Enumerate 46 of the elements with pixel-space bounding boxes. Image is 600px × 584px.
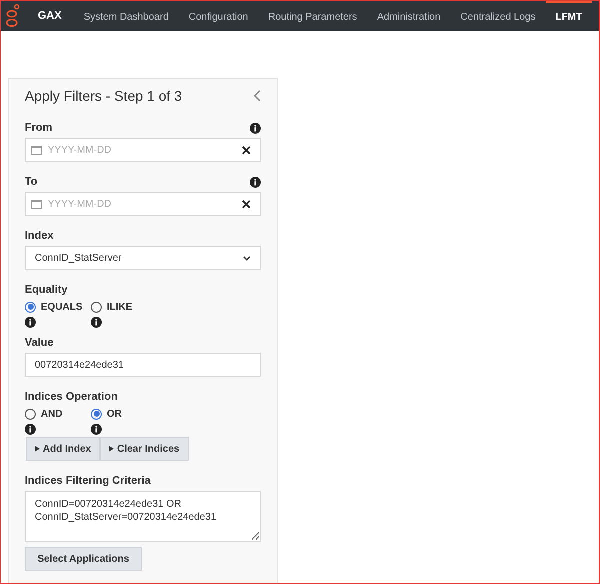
info-icon [91,317,102,328]
calendar-icon [31,145,42,155]
field-label: To [25,174,38,190]
clear-icon[interactable] [242,146,251,155]
clear-icon[interactable] [242,200,251,209]
nav-tab[interactable]: LFMT [546,1,592,31]
select-applications-button[interactable]: Select Applications [25,547,142,571]
info-icon [250,122,261,134]
radio-button[interactable] [25,408,36,420]
date-field[interactable]: YYYY-MM-DD [25,192,261,216]
info-icon [25,424,36,435]
play-icon [35,446,40,452]
field-label: From [25,120,52,136]
panel-title: Apply Filters - Step 1 of 3 [25,86,182,106]
field-label: Value [25,336,54,351]
index-select[interactable]: ConnID_StatServer [25,246,261,270]
info-icon [91,424,102,435]
field-label: Indices Filtering Criteria [25,474,151,489]
play-icon [109,446,114,452]
radio-button[interactable] [25,302,36,312]
radio-label: EQUALS [41,300,83,314]
radio-label: ILIKE [107,300,133,314]
nav-tab[interactable]: Configuration [178,1,258,31]
info-icon [250,176,261,188]
criteria-field[interactable]: ConnID=00720314e24ede31 OR ConnID_StatServer=00720314e24ede31 [25,491,261,542]
radio-button[interactable] [91,408,102,420]
value-field[interactable]: 00720314e24ede31 [25,353,261,377]
field-label: Indices Operation [25,390,118,405]
nav-tab[interactable]: System Dashboard [74,1,179,31]
date-field[interactable]: YYYY-MM-DD [25,138,261,162]
field-label: Index [25,228,54,244]
nav-tab[interactable]: Routing Parameters [258,1,368,31]
nav-tab[interactable]: Administration [367,1,451,31]
index-button[interactable]: Clear Indices [100,437,189,461]
logo-icon [6,4,20,28]
radio-button[interactable] [91,302,102,312]
collapse-icon[interactable] [253,90,261,102]
radio-label: OR [107,408,122,422]
calendar-icon [31,199,42,209]
info-icon [25,317,36,328]
chevron-down-icon [243,256,251,260]
nav-tab[interactable]: Centralized Logs [450,1,546,31]
radio-label: AND [41,408,63,422]
brand-name: GAX [38,8,62,24]
index-button[interactable]: Add Index [26,437,100,461]
field-label: Equality [25,282,68,298]
